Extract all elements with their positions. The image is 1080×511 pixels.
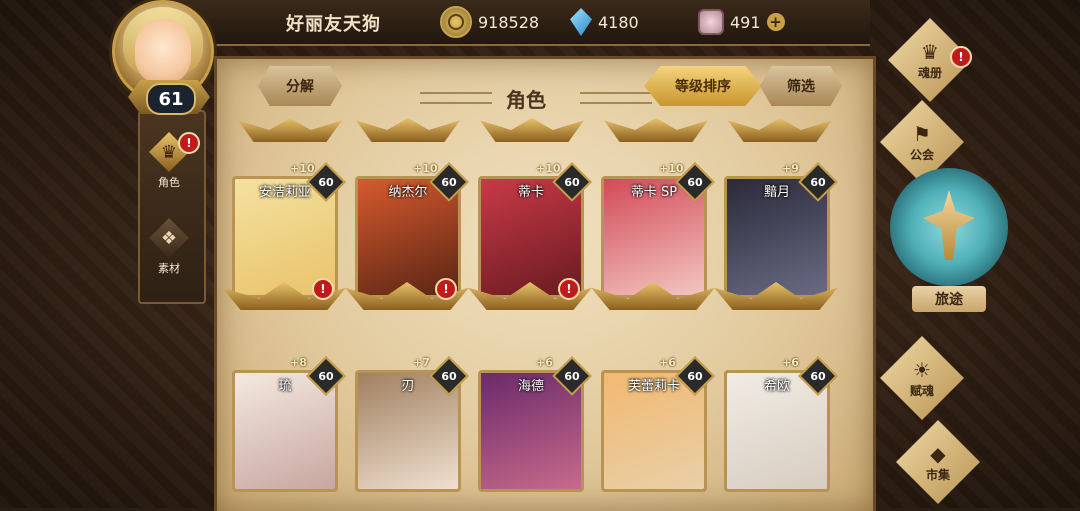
tab-materials[interactable]: ❖ 素材 [140,214,198,276]
crystal-amount: 491 [730,12,761,32]
card-alert-icon: ! [312,278,334,300]
enhance-level: +10 [413,162,438,175]
gem-amount: 4180 [598,12,639,32]
character-card[interactable]: 琉 +8 60 [232,356,346,506]
title-ornament-right [580,92,652,104]
enhance-level: +6 [659,356,676,369]
enhance-level: +10 [290,162,315,175]
nav-market[interactable]: ◆ 市集 [896,420,980,504]
decompose-button[interactable]: 分解 [258,66,342,106]
guild-icon: ⚑ [913,121,931,146]
nav-soul-book-label: 魂册 [917,65,942,80]
character-card[interactable]: 蒂卡 SP +10 60 [591,162,715,312]
nav-soul-endow[interactable]: ☀ 赋魂 [880,336,964,420]
nav-market-label: 市集 [925,467,950,482]
character-level: 60 [687,175,703,189]
character-card[interactable]: 海德 +6 60 [478,356,592,506]
character-level: 60 [810,175,826,189]
nav-journey[interactable]: 旅途 [890,168,1008,320]
crystal-icon [698,9,724,35]
character-card[interactable]: 刃 +7 60 [355,356,469,506]
enhance-level: +7 [413,356,430,369]
tab-characters-label: 角色 [158,176,180,189]
nav-guild-label: 公会 [909,147,934,162]
characters-alert-icon: ! [178,132,200,154]
market-icon: ◆ [930,441,946,466]
character-level: 60 [564,369,580,383]
player-level: 61 [146,83,196,115]
crystal-currency: 491 + [698,8,785,36]
character-level: 60 [318,369,334,383]
add-crystal-button[interactable]: + [766,13,785,31]
filter-button[interactable]: 筛选 [760,66,842,106]
enhance-level: +6 [782,356,799,369]
soul-book-alert-icon: ! [950,46,972,68]
nav-soul-endow-label: 赋魂 [909,383,934,398]
enhance-level: +10 [659,162,684,175]
gem-currency: 4180 [570,8,639,36]
character-card[interactable]: 纳杰尔 +10 60! [345,162,469,312]
character-card[interactable]: 希欧 +6 60 [724,356,838,506]
gold-amount: 918528 [478,12,540,32]
enhance-level: +6 [536,356,553,369]
character-card[interactable]: 蒂卡 +10 60! [468,162,592,312]
book-icon: ♛ [921,39,939,64]
character-level: 60 [441,175,457,189]
character-level: 60 [564,175,580,189]
page-title: 角色 [506,88,546,112]
avatar-face [135,19,191,83]
soul-icon: ☀ [913,357,931,382]
enhance-level: +10 [536,162,561,175]
material-tab-icon: ❖ [149,218,189,258]
character-level: 60 [441,369,457,383]
character-card[interactable]: 芙蕾莉卡 +6 60 [601,356,715,506]
player-name: 好丽友天狗 [286,14,381,35]
blue-gem-icon [570,8,592,36]
title-ornament-left [420,92,492,104]
character-level: 60 [318,175,334,189]
gold-coin-icon [440,6,472,38]
character-card[interactable]: 安洁莉亚 +10 60! [222,162,346,312]
card-alert-icon: ! [435,278,457,300]
character-level: 60 [810,369,826,383]
level-sort-button[interactable]: 等级排序 [644,66,762,106]
tab-materials-label: 素材 [158,262,180,275]
character-level: 60 [687,369,703,383]
character-card[interactable]: 黯月 +9 60 [714,162,838,312]
card-alert-icon: ! [558,278,580,300]
gold-currency: 918528 [440,6,540,38]
nav-journey-label: 旅途 [912,286,986,312]
enhance-level: +8 [290,356,307,369]
enhance-level: +9 [782,162,799,175]
